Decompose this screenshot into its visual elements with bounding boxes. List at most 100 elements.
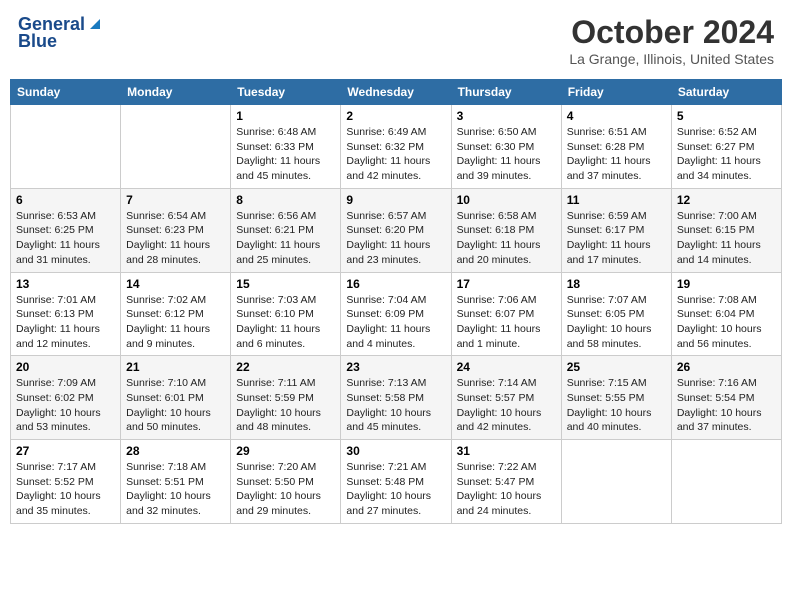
month-title: October 2024	[569, 14, 774, 51]
calendar-cell: 29 Sunrise: 7:20 AM Sunset: 5:50 PM Dayli…	[231, 440, 341, 524]
calendar-cell: 19 Sunrise: 7:08 AM Sunset: 6:04 PM Dayli…	[671, 272, 781, 356]
day-content: Sunrise: 7:00 AM Sunset: 6:15 PM Dayligh…	[677, 209, 776, 268]
calendar-table: SundayMondayTuesdayWednesdayThursdayFrid…	[10, 79, 782, 524]
day-number: 22	[236, 360, 335, 374]
calendar-cell: 16 Sunrise: 7:04 AM Sunset: 6:09 PM Dayli…	[341, 272, 451, 356]
calendar-cell: 13Sunrise: 7:01 AM Sunset: 6:13 PM Dayli…	[11, 272, 121, 356]
logo-blue-text: Blue	[18, 31, 104, 52]
day-number: 15	[236, 277, 335, 291]
day-content: Sunrise: 7:06 AM Sunset: 6:07 PM Dayligh…	[457, 293, 556, 352]
day-content: Sunrise: 7:07 AM Sunset: 6:05 PM Dayligh…	[567, 293, 666, 352]
day-content: Sunrise: 7:10 AM Sunset: 6:01 PM Dayligh…	[126, 376, 225, 435]
calendar-cell: 12 Sunrise: 7:00 AM Sunset: 6:15 PM Dayli…	[671, 188, 781, 272]
calendar-cell: 27 Sunrise: 7:17 AM Sunset: 5:52 PM Dayli…	[11, 440, 121, 524]
day-content: Sunrise: 6:53 AM Sunset: 6:25 PM Dayligh…	[16, 209, 115, 268]
calendar-cell: 6 Sunrise: 6:53 AM Sunset: 6:25 PM Daylig…	[11, 188, 121, 272]
day-number: 3	[457, 109, 556, 123]
day-content: Sunrise: 6:50 AM Sunset: 6:30 PM Dayligh…	[457, 125, 556, 184]
week-row-2: 6 Sunrise: 6:53 AM Sunset: 6:25 PM Daylig…	[11, 188, 782, 272]
calendar-cell: 23 Sunrise: 7:13 AM Sunset: 5:58 PM Dayli…	[341, 356, 451, 440]
day-content: Sunrise: 6:51 AM Sunset: 6:28 PM Dayligh…	[567, 125, 666, 184]
day-header-thursday: Thursday	[451, 80, 561, 105]
calendar-cell	[121, 105, 231, 189]
calendar-cell: 9 Sunrise: 6:57 AM Sunset: 6:20 PM Daylig…	[341, 188, 451, 272]
day-content: Sunrise: 7:08 AM Sunset: 6:04 PM Dayligh…	[677, 293, 776, 352]
day-content: Sunrise: 7:22 AM Sunset: 5:47 PM Dayligh…	[457, 460, 556, 519]
calendar-cell: 20Sunrise: 7:09 AM Sunset: 6:02 PM Dayli…	[11, 356, 121, 440]
calendar-cell: 8 Sunrise: 6:56 AM Sunset: 6:21 PM Daylig…	[231, 188, 341, 272]
day-header-friday: Friday	[561, 80, 671, 105]
day-content: Sunrise: 7:14 AM Sunset: 5:57 PM Dayligh…	[457, 376, 556, 435]
day-number: 30	[346, 444, 445, 458]
day-content: Sunrise: 6:57 AM Sunset: 6:20 PM Dayligh…	[346, 209, 445, 268]
calendar-cell: 26Sunrise: 7:16 AM Sunset: 5:54 PM Dayli…	[671, 356, 781, 440]
calendar-cell: 7Sunrise: 6:54 AM Sunset: 6:23 PM Daylig…	[121, 188, 231, 272]
day-number: 8	[236, 193, 335, 207]
calendar-cell: 24 Sunrise: 7:14 AM Sunset: 5:57 PM Dayli…	[451, 356, 561, 440]
day-number: 18	[567, 277, 666, 291]
day-number: 31	[457, 444, 556, 458]
calendar-cell: 22 Sunrise: 7:11 AM Sunset: 5:59 PM Dayli…	[231, 356, 341, 440]
day-number: 10	[457, 193, 556, 207]
day-content: Sunrise: 6:52 AM Sunset: 6:27 PM Dayligh…	[677, 125, 776, 184]
calendar-cell: 14 Sunrise: 7:02 AM Sunset: 6:12 PM Dayli…	[121, 272, 231, 356]
day-content: Sunrise: 7:20 AM Sunset: 5:50 PM Dayligh…	[236, 460, 335, 519]
day-content: Sunrise: 7:17 AM Sunset: 5:52 PM Dayligh…	[16, 460, 115, 519]
day-content: Sunrise: 7:16 AM Sunset: 5:54 PM Dayligh…	[677, 376, 776, 435]
calendar-header: SundayMondayTuesdayWednesdayThursdayFrid…	[11, 80, 782, 105]
day-number: 4	[567, 109, 666, 123]
day-number: 6	[16, 193, 115, 207]
calendar-cell: 25Sunrise: 7:15 AM Sunset: 5:55 PM Dayli…	[561, 356, 671, 440]
day-number: 29	[236, 444, 335, 458]
logo: General Blue	[18, 14, 104, 52]
day-content: Sunrise: 7:11 AM Sunset: 5:59 PM Dayligh…	[236, 376, 335, 435]
calendar-cell: 10 Sunrise: 6:58 AM Sunset: 6:18 PM Dayli…	[451, 188, 561, 272]
day-number: 19	[677, 277, 776, 291]
calendar-cell: 28 Sunrise: 7:18 AM Sunset: 5:51 PM Dayli…	[121, 440, 231, 524]
calendar-cell: 21 Sunrise: 7:10 AM Sunset: 6:01 PM Dayli…	[121, 356, 231, 440]
title-area: October 2024 La Grange, Illinois, United…	[569, 14, 774, 67]
day-content: Sunrise: 6:49 AM Sunset: 6:32 PM Dayligh…	[346, 125, 445, 184]
day-content: Sunrise: 7:02 AM Sunset: 6:12 PM Dayligh…	[126, 293, 225, 352]
day-header-tuesday: Tuesday	[231, 80, 341, 105]
day-number: 9	[346, 193, 445, 207]
day-header-monday: Monday	[121, 80, 231, 105]
day-content: Sunrise: 7:04 AM Sunset: 6:09 PM Dayligh…	[346, 293, 445, 352]
day-content: Sunrise: 7:15 AM Sunset: 5:55 PM Dayligh…	[567, 376, 666, 435]
week-row-3: 13Sunrise: 7:01 AM Sunset: 6:13 PM Dayli…	[11, 272, 782, 356]
day-number: 13	[16, 277, 115, 291]
day-number: 2	[346, 109, 445, 123]
day-number: 5	[677, 109, 776, 123]
day-content: Sunrise: 6:56 AM Sunset: 6:21 PM Dayligh…	[236, 209, 335, 268]
week-row-4: 20Sunrise: 7:09 AM Sunset: 6:02 PM Dayli…	[11, 356, 782, 440]
location: La Grange, Illinois, United States	[569, 51, 774, 67]
logo-icon	[86, 15, 104, 33]
day-number: 20	[16, 360, 115, 374]
day-number: 16	[346, 277, 445, 291]
day-content: Sunrise: 7:18 AM Sunset: 5:51 PM Dayligh…	[126, 460, 225, 519]
calendar-cell: 31 Sunrise: 7:22 AM Sunset: 5:47 PM Dayli…	[451, 440, 561, 524]
calendar-body: 1Sunrise: 6:48 AM Sunset: 6:33 PM Daylig…	[11, 105, 782, 524]
day-header-sunday: Sunday	[11, 80, 121, 105]
day-number: 21	[126, 360, 225, 374]
day-content: Sunrise: 6:54 AM Sunset: 6:23 PM Dayligh…	[126, 209, 225, 268]
day-number: 23	[346, 360, 445, 374]
day-number: 27	[16, 444, 115, 458]
calendar-cell: 18 Sunrise: 7:07 AM Sunset: 6:05 PM Dayli…	[561, 272, 671, 356]
calendar-cell	[671, 440, 781, 524]
day-content: Sunrise: 6:58 AM Sunset: 6:18 PM Dayligh…	[457, 209, 556, 268]
day-content: Sunrise: 6:48 AM Sunset: 6:33 PM Dayligh…	[236, 125, 335, 184]
calendar-cell: 15Sunrise: 7:03 AM Sunset: 6:10 PM Dayli…	[231, 272, 341, 356]
calendar-cell: 11Sunrise: 6:59 AM Sunset: 6:17 PM Dayli…	[561, 188, 671, 272]
day-header-saturday: Saturday	[671, 80, 781, 105]
calendar-cell: 1Sunrise: 6:48 AM Sunset: 6:33 PM Daylig…	[231, 105, 341, 189]
day-number: 12	[677, 193, 776, 207]
day-number: 14	[126, 277, 225, 291]
calendar-cell: 2 Sunrise: 6:49 AM Sunset: 6:32 PM Daylig…	[341, 105, 451, 189]
calendar-cell: 30Sunrise: 7:21 AM Sunset: 5:48 PM Dayli…	[341, 440, 451, 524]
day-number: 28	[126, 444, 225, 458]
day-content: Sunrise: 7:13 AM Sunset: 5:58 PM Dayligh…	[346, 376, 445, 435]
day-content: Sunrise: 6:59 AM Sunset: 6:17 PM Dayligh…	[567, 209, 666, 268]
day-number: 24	[457, 360, 556, 374]
calendar-cell: 3 Sunrise: 6:50 AM Sunset: 6:30 PM Daylig…	[451, 105, 561, 189]
